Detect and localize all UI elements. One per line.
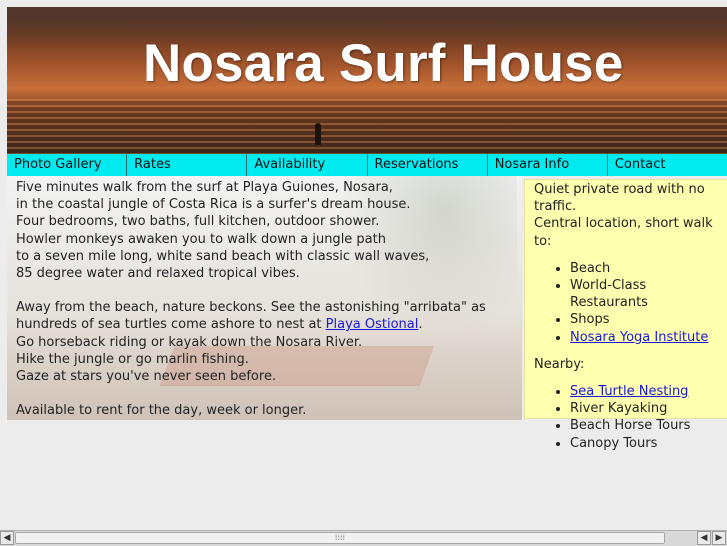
sea-turtle-nesting-link[interactable]: Sea Turtle Nesting [570,384,688,399]
list-item-label: Shops [570,312,610,328]
nearby-amenities-list: Beach World-Class Restaurants Shops Nosa… [534,260,727,346]
nature-text: hundreds of sea turtles come ashore to n… [16,317,326,333]
nature-line: hundreds of sea turtles come ashore to n… [16,316,522,333]
nav-contact[interactable]: Contact [606,154,727,176]
playa-ostional-link[interactable]: Playa Ostional [326,317,419,332]
nearby-heading: Nearby: [534,356,585,372]
site-title: Nosara Surf House [143,34,624,93]
nearby-activities-list: Sea Turtle Nesting River Kayaking Beach … [534,383,727,452]
nature-line: Go horseback riding or kayak down the No… [16,334,363,350]
intro-line: in the coastal jungle of Costa Rica is a… [16,197,411,213]
list-item: River Kayaking [570,400,727,417]
list-item-label: Canopy Tours [570,435,658,451]
availability-note: Available to rent for the day, week or l… [16,403,307,419]
scrollbar-thumb[interactable]: ⁞⁞⁞⁞ [15,532,665,544]
nav-availability[interactable]: Availability [246,154,366,176]
scroll-left-icon[interactable]: ◀ [697,531,711,545]
sidebar-intro: Central location, short walk to: [534,216,713,249]
list-item: World-Class Restaurants [570,277,727,311]
list-item: Nosara Yoga Institute [570,329,727,346]
list-item-label: Beach Horse Tours [570,418,691,434]
list-item-label: World-Class Restaurants [570,278,648,311]
banner-sea [7,99,727,154]
nav-reservations[interactable]: Reservations [366,154,487,176]
scroll-right-icon[interactable]: ▶ [712,531,726,545]
nature-line: Gaze at stars you've never seen before. [16,369,277,385]
surfer-silhouette [315,123,321,145]
scroll-left-icon[interactable]: ◀ [0,531,14,545]
main-content: Five minutes walk from the surf at Playa… [7,176,522,420]
intro-line: Five minutes walk from the surf at Playa… [16,180,393,195]
list-item-label: River Kayaking [570,401,668,417]
list-item: Canopy Tours [570,435,727,452]
intro-line: to a seven mile long, white sand beach w… [16,248,430,264]
period: . [418,317,423,333]
intro-line: Four bedrooms, two baths, full kitchen, … [16,214,380,230]
header-banner: Nosara Surf House [7,7,727,154]
intro-line: Howler monkeys awaken you to walk down a… [16,231,386,247]
nav-nosara-info[interactable]: Nosara Info [486,154,607,176]
list-item: Beach [570,260,727,277]
list-item: Beach Horse Tours [570,417,727,434]
nav-photo-gallery[interactable]: Photo Gallery [7,154,126,176]
list-item-label: Beach [570,260,611,276]
sidebar-highlights: Quiet private road with no traffic. Cent… [524,179,727,451]
list-item: Shops [570,311,727,328]
main-nav: Photo Gallery Rates Availability Reserva… [7,154,727,176]
nature-line: Away from the beach, nature beckons. See… [16,300,486,316]
nature-line: Hike the jungle or go marlin fishing. [16,351,249,367]
intro-line: 85 degree water and relaxed tropical vib… [16,266,300,282]
sidebar-intro: Quiet private road with no traffic. [534,182,705,215]
nav-rates[interactable]: Rates [126,154,246,176]
nosara-yoga-institute-link[interactable]: Nosara Yoga Institute [570,330,708,345]
list-item: Sea Turtle Nesting [570,383,727,400]
horizontal-scrollbar[interactable]: ◀ ⁞⁞⁞⁞ ◀ ▶ [0,530,727,546]
